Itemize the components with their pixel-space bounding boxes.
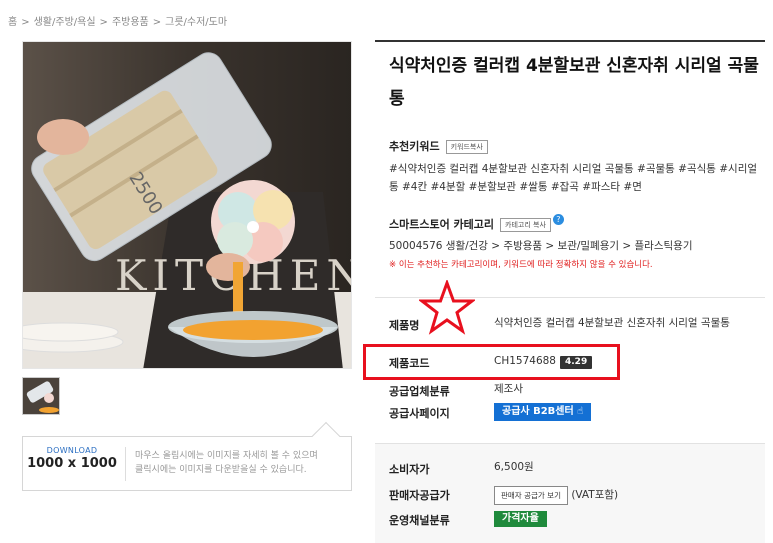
category-section: 스마트스토어 카테고리 카테고리 복사? 50004576 생활/건강 > 주방용… (389, 213, 769, 270)
seller-price-value: 판매자 공급가 보기 (VAT포함) (494, 486, 618, 505)
pointer-hand-icon: ☝ (577, 406, 584, 417)
product-name-label: 제품명 (389, 319, 420, 332)
category-path: 50004576 생활/건강 > 주방용품 > 보관/밀폐용기 > 플라스틱용기 (389, 240, 693, 252)
breadcrumb-category-2[interactable]: 주방용품 (112, 17, 149, 28)
category-label: 스마트스토어 카테고리 (389, 218, 495, 231)
keyword-section: 추천키워드 키워드복사 #식약처인증 컬러캡 4분할보관 신혼자취 시리얼 곡물통… (389, 135, 759, 196)
thumbnail-image (23, 378, 59, 414)
breadcrumb: 홈 > 생활/주방/욕실 > 주방용품 > 그릇/수저/도마 (8, 17, 228, 28)
product-name-value: 식약처인증 컬러캡 4분할보관 신혼자취 시리얼 곡물통 (494, 317, 730, 329)
download-button[interactable]: DOWNLOAD 1000 x 1000 (23, 446, 121, 471)
product-photo: KITCHEN 2500 (23, 42, 351, 368)
product-main-image[interactable]: KITCHEN 2500 (22, 41, 352, 369)
download-divider (125, 447, 126, 481)
download-info-box: DOWNLOAD 1000 x 1000 마우스 올림시에는 이미지를 자세히 … (22, 421, 352, 491)
product-code-highlight-box (363, 344, 620, 380)
consumer-price-label: 소비자가 (389, 463, 430, 476)
supplier-type-value: 제조사 (494, 383, 523, 395)
keyword-label: 추천키워드 (389, 140, 440, 153)
category-note: ※ 이는 추천하는 카테고리이며, 키워드에 따라 정확하지 않을 수 있습니다… (389, 260, 653, 270)
download-description: 마우스 올림시에는 이미지를 자세히 볼 수 있으며 클릭시에는 이미지를 다운… (135, 451, 318, 475)
product-thumbnail[interactable] (22, 377, 60, 415)
view-seller-price-button[interactable]: 판매자 공급가 보기 (494, 486, 568, 505)
copy-keywords-button[interactable]: 키워드복사 (445, 140, 488, 154)
title-top-border (375, 40, 765, 42)
breadcrumb-category-1[interactable]: 생활/주방/욕실 (34, 17, 96, 28)
breadcrumb-category-3[interactable]: 그릇/수저/도마 (165, 17, 227, 28)
consumer-price-value: 6,500원 (494, 461, 534, 473)
supplier-page-label: 공급사페이지 (389, 407, 450, 420)
supplier-page-value: 공급사 B2B센터 ☝ (494, 403, 592, 421)
product-title: 식약처인증 컬러캡 4분할보관 신혼자취 시리얼 곡물통 (389, 56, 759, 109)
help-icon[interactable]: ? (552, 214, 564, 225)
star-annotation-icon (419, 280, 475, 335)
download-box-caret (311, 421, 341, 451)
download-size: 1000 x 1000 (27, 456, 117, 471)
keyword-text: #식약처인증 컬러캡 4분할보관 신혼자취 시리얼 곡물통 #곡물통 #곡식통 … (389, 163, 758, 193)
supplier-type-label: 공급업체분류 (389, 385, 450, 398)
channel-badge: 가격자율 (494, 511, 547, 527)
channel-label: 운영채널분류 (389, 514, 450, 527)
copy-category-button[interactable]: 카테고리 복사 (500, 218, 551, 232)
vat-note: (VAT포함) (571, 489, 619, 501)
seller-price-label: 판매자공급가 (389, 489, 450, 502)
supplier-b2b-button[interactable]: 공급사 B2B센터 ☝ (494, 403, 592, 421)
download-label: DOWNLOAD (46, 446, 98, 455)
breadcrumb-home[interactable]: 홈 (8, 17, 17, 28)
channel-value: 가격자율 (494, 511, 547, 527)
